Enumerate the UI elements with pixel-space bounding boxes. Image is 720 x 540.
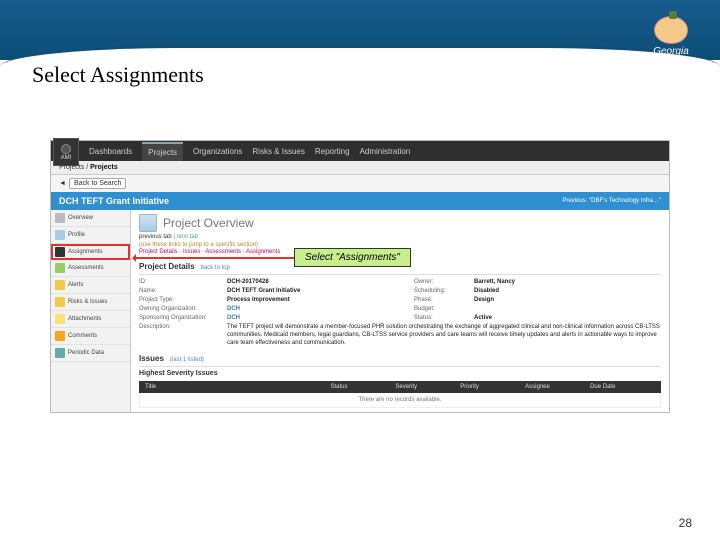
- sidebar-item-risks-issues[interactable]: Risks & Issues: [51, 294, 130, 311]
- sidebar-item-comments[interactable]: Comments: [51, 328, 130, 345]
- label-status: Status:: [414, 315, 474, 321]
- no-records-text: There are no records available.: [139, 393, 661, 408]
- nav-projects[interactable]: Projects: [142, 142, 183, 161]
- label-description: Description:: [139, 324, 227, 347]
- label-name: Name:: [139, 288, 227, 294]
- label-owner: Owner:: [414, 279, 474, 285]
- globe-icon: [61, 144, 71, 154]
- logo-text: Georgia: [640, 46, 702, 57]
- sidebar-item-overview[interactable]: Overview: [51, 210, 130, 227]
- sidebar-item-alerts[interactable]: Alerts: [51, 277, 130, 294]
- value-description: The TEFT project will demonstrate a memb…: [227, 324, 661, 347]
- sidebar-item-assignments[interactable]: Assignments: [51, 244, 130, 260]
- value-owning-org[interactable]: DCH: [227, 306, 414, 312]
- label-budget: Budget:: [414, 306, 474, 312]
- value-phase: Design: [474, 297, 661, 303]
- app-screenshot: AMI Dashboards Projects Organizations Ri…: [50, 140, 670, 413]
- callout-box: Select "Assignments": [294, 248, 411, 267]
- nav-reporting[interactable]: Reporting: [315, 147, 350, 156]
- app-body: Overview Profile Assignments Assessments…: [51, 210, 669, 412]
- comment-icon: [55, 331, 65, 341]
- col-priority[interactable]: Priority: [460, 384, 525, 390]
- label-scheduling: Scheduling:: [414, 288, 474, 294]
- app-logo[interactable]: AMI: [53, 138, 79, 166]
- nav-dashboards[interactable]: Dashboards: [89, 147, 132, 156]
- value-id: DCH-20170428: [227, 279, 414, 285]
- issues-count-link[interactable]: (last 1 listed): [170, 357, 204, 363]
- col-assignee[interactable]: Assignee: [525, 384, 590, 390]
- breadcrumb-root[interactable]: Projects: [59, 164, 84, 171]
- callout-arrow: [134, 257, 294, 259]
- value-budget: [474, 306, 661, 312]
- value-status: Active: [474, 315, 661, 321]
- breadcrumb-leaf: Projects: [90, 164, 118, 171]
- details-grid: ID:DCH-20170428 Owner:Barrett, Nancy Nam…: [139, 279, 661, 347]
- overview-header: Project Overview: [139, 214, 661, 232]
- sidebar-item-attachments[interactable]: Attachments: [51, 311, 130, 328]
- back-to-top-link[interactable]: back to top: [201, 265, 230, 271]
- project-title-bar: DCH TEFT Grant Initiative Previous: "DBF…: [51, 192, 669, 210]
- peach-icon: [654, 16, 688, 44]
- overview-title: Project Overview: [163, 216, 254, 230]
- profile-icon: [55, 230, 65, 240]
- tab-previous[interactable]: previous tab: [139, 234, 172, 240]
- page-number: 28: [679, 516, 692, 530]
- georgia-logo: Georgia: [640, 16, 702, 70]
- col-title[interactable]: Title: [145, 384, 330, 390]
- top-nav: AMI Dashboards Projects Organizations Ri…: [51, 141, 669, 161]
- previous-project-link[interactable]: Previous: "DBF's Technology Infra…": [562, 198, 661, 204]
- folder-icon: [55, 314, 65, 324]
- slide-header: [0, 0, 720, 60]
- tab-nav: previous tab | next tab: [139, 234, 661, 240]
- breadcrumb: Projects / Projects: [51, 161, 669, 175]
- main-panel: Project Overview previous tab | next tab…: [131, 210, 669, 412]
- label-owning-org: Owning Organization:: [139, 306, 227, 312]
- back-row: ◄Back to Search: [51, 175, 669, 192]
- issues-table-header: Title Status Severity Priority Assignee …: [139, 381, 661, 393]
- bell-icon: [55, 280, 65, 290]
- col-status[interactable]: Status: [330, 384, 395, 390]
- value-sponsoring-org[interactable]: DCH: [227, 315, 414, 321]
- sidebar-item-periodic-data[interactable]: Periodic Data: [51, 345, 130, 362]
- issues-header: Issues(last 1 listed): [139, 351, 661, 367]
- label-sponsoring-org: Sponsoring Organization:: [139, 315, 227, 321]
- back-to-search-button[interactable]: Back to Search: [69, 178, 126, 189]
- sidebar-item-profile[interactable]: Profile: [51, 227, 130, 244]
- value-scheduling: Disabled: [474, 288, 661, 294]
- tab-next[interactable]: next tab: [177, 234, 198, 240]
- callout-text: Select "Assignments": [305, 252, 400, 263]
- label-phase: Phase:: [414, 297, 474, 303]
- people-icon: [55, 247, 65, 257]
- nav-risks-issues[interactable]: Risks & Issues: [252, 147, 304, 156]
- col-due-date[interactable]: Due Date: [590, 384, 655, 390]
- sidebar: Overview Profile Assignments Assessments…: [51, 210, 131, 412]
- label-id: ID:: [139, 279, 227, 285]
- slide-title: Select Assignments: [32, 62, 204, 88]
- col-severity[interactable]: Severity: [395, 384, 460, 390]
- highest-severity-header: Highest Severity Issues: [139, 370, 661, 377]
- label-project-type: Project Type:: [139, 297, 227, 303]
- calendar-icon: [55, 348, 65, 358]
- project-title: DCH TEFT Grant Initiative: [59, 196, 169, 206]
- document-icon: [139, 214, 157, 232]
- app-brand: AMI: [61, 155, 72, 161]
- sidebar-item-assessments[interactable]: Assessments: [51, 260, 130, 277]
- nav-organizations[interactable]: Organizations: [193, 147, 242, 156]
- value-project-type: Process Improvement: [227, 297, 414, 303]
- value-name: DCH TEFT Grant Initiative: [227, 288, 414, 294]
- chevron-left-icon: ◄: [59, 180, 66, 187]
- warning-icon: [55, 297, 65, 307]
- value-owner: Barrett, Nancy: [474, 279, 661, 285]
- overview-icon: [55, 213, 65, 223]
- nav-administration[interactable]: Administration: [360, 147, 411, 156]
- check-icon: [55, 263, 65, 273]
